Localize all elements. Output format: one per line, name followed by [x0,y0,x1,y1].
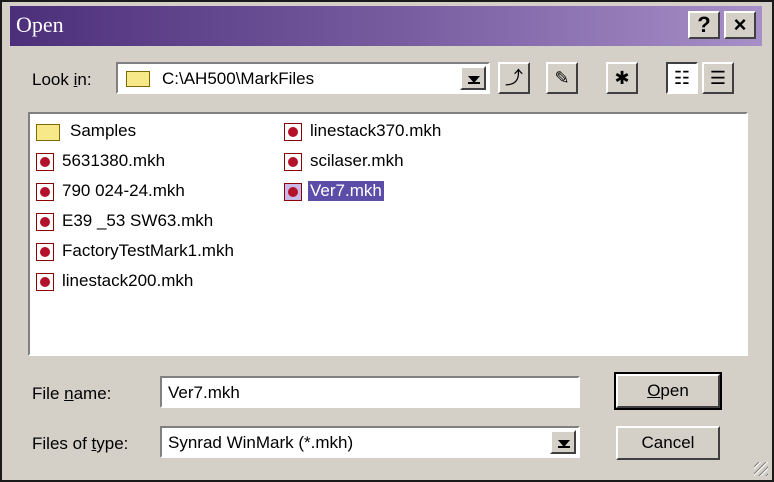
desktop-icon: ✎ [554,68,570,88]
mkh-file-icon [284,183,302,201]
folder-icon [126,71,150,87]
look-in-value: C:\AH500\MarkFiles [162,69,315,88]
up-folder-icon: ⤴ [505,68,523,88]
open-button[interactable]: Open [614,372,722,410]
close-button[interactable]: × [724,11,756,39]
file-type-value: Synrad WinMark (*.mkh) [168,433,354,452]
new-folder-icon: ✱ [614,68,630,88]
file-name-label: File name: [32,384,112,403]
folder-icon [36,124,60,141]
look-in-label: Look in: [32,70,92,89]
look-in-combo[interactable]: C:\AH500\MarkFiles [116,62,490,94]
resize-grip[interactable] [754,462,768,476]
file-name-value: Ver7.mkh [168,383,240,402]
list-view-button[interactable]: ☷ [666,62,698,94]
file-type-label: Files of type: [32,434,129,453]
new-folder-button[interactable]: ✱ [606,62,638,94]
list-view-icon: ☷ [673,68,691,88]
file-type-dropdown-button[interactable] [550,430,576,454]
mkh-file-icon [36,153,54,171]
file-name-field[interactable]: Ver7.mkh [160,376,580,408]
file-list[interactable]: Samples 5631380.mkh 790 024-24.mkh E39 _… [28,112,748,356]
mkh-file-icon [36,243,54,261]
mkh-file-icon [284,123,302,141]
mkh-file-icon [36,183,54,201]
file-type-combo[interactable]: Synrad WinMark (*.mkh) [160,426,580,458]
help-button[interactable]: ? [688,11,720,39]
window-title: Open [16,12,64,37]
mkh-file-icon [36,213,54,231]
details-view-button[interactable]: ☰ [702,62,734,94]
open-dialog: Open ? × Look in: C:\AH500\MarkFiles ⤴ ✎… [0,0,774,482]
up-folder-button[interactable]: ⤴ [498,62,530,94]
desktop-button[interactable]: ✎ [546,62,578,94]
cancel-button[interactable]: Cancel [616,426,720,460]
look-in-dropdown-button[interactable] [460,66,486,90]
mkh-file-icon [284,153,302,171]
title-bar[interactable]: Open ? × [10,6,762,46]
mkh-file-icon [36,273,54,291]
details-view-icon: ☰ [709,68,727,88]
